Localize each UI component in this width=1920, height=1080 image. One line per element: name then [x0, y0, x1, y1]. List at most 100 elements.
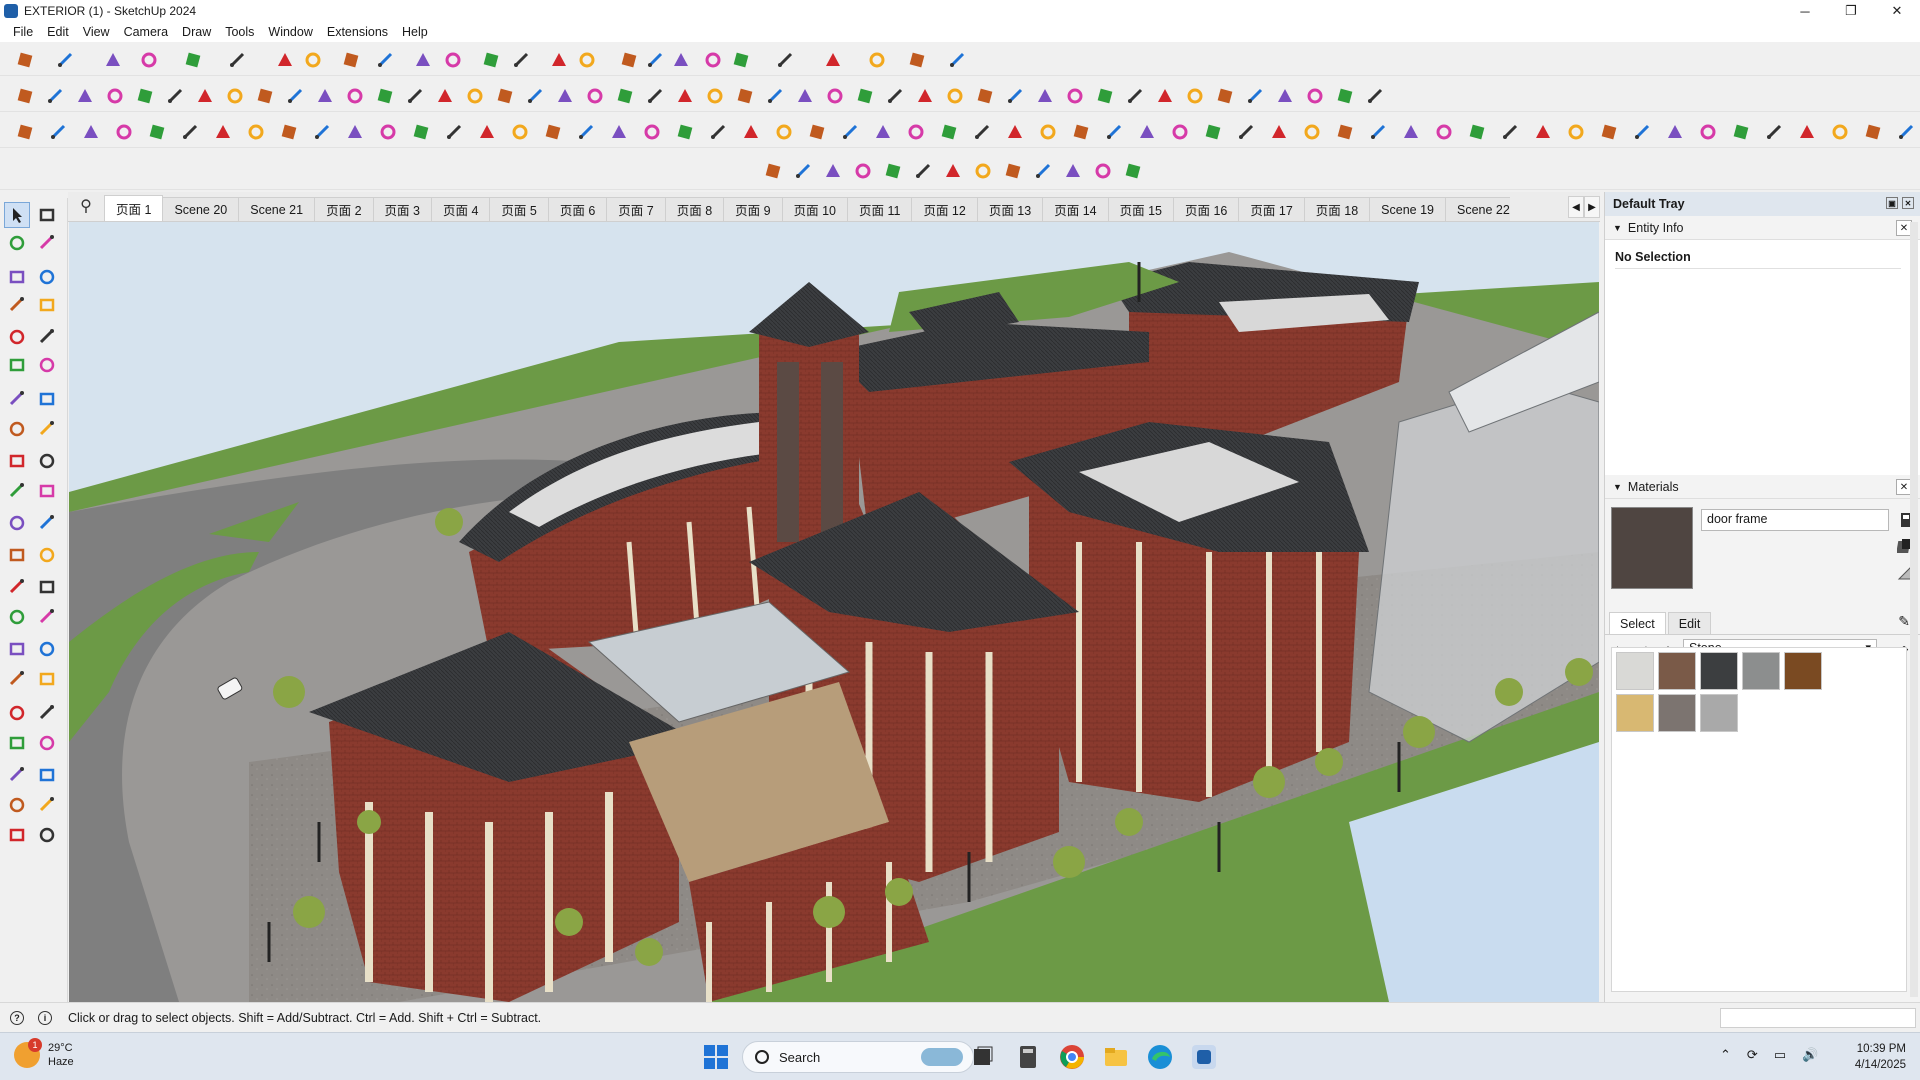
tray-pin-button[interactable]: ▣ — [1886, 197, 1898, 209]
zoom-extents-icon[interactable] — [668, 47, 694, 73]
advanced-tool-icon-7[interactable] — [192, 83, 218, 109]
sandbox-tool-icon-20[interactable] — [639, 119, 665, 145]
sandbox-tool-icon-5[interactable] — [144, 119, 170, 145]
advanced-tool-icon-2[interactable] — [42, 83, 68, 109]
section-plane-icon[interactable] — [546, 47, 572, 73]
sandbox-tool-icon-53[interactable] — [1728, 119, 1754, 145]
scene-tab[interactable]: 页面 10 — [781, 197, 848, 221]
scene-tab[interactable]: 页面 12 — [911, 197, 978, 221]
plugin-tool-icon-5[interactable] — [880, 158, 906, 184]
plugin-tool-icon-1[interactable] — [760, 158, 786, 184]
plugin-tool-icon-4[interactable] — [850, 158, 876, 184]
sandbox-tool-icon-32[interactable] — [1035, 119, 1061, 145]
sandbox-tool-icon-18[interactable] — [573, 119, 599, 145]
maximize-button[interactable]: ❐ — [1828, 0, 1874, 22]
layout-icon[interactable] — [772, 47, 798, 73]
scene-tab[interactable]: Scene 19 — [1369, 197, 1446, 221]
scene-tab[interactable]: Scene 21 — [238, 197, 316, 221]
scene-tab[interactable]: 页面 4 — [430, 197, 491, 221]
scene-tabs-prev-button[interactable]: ◀ — [1568, 196, 1584, 218]
advanced-tool-icon-28[interactable] — [822, 83, 848, 109]
sandbox-tool-icon-13[interactable] — [408, 119, 434, 145]
advanced-tool-icon-30[interactable] — [882, 83, 908, 109]
axes-icon[interactable] — [4, 574, 30, 600]
plugin-tool-icon-8[interactable] — [970, 158, 996, 184]
sandbox-tool-icon-22[interactable] — [705, 119, 731, 145]
advanced-tool-icon-46[interactable] — [1362, 83, 1388, 109]
edge-icon[interactable] — [1146, 1043, 1174, 1071]
look-around-icon[interactable] — [4, 762, 30, 788]
dimension-icon[interactable] — [508, 47, 534, 73]
advanced-tool-icon-15[interactable] — [432, 83, 458, 109]
sandbox-tool-icon-51[interactable] — [1662, 119, 1688, 145]
collapse-chevron-icon[interactable]: ▼ — [1613, 223, 1622, 233]
sandbox-tool-icon-50[interactable] — [1629, 119, 1655, 145]
scene-search-icon[interactable]: ⚲ — [68, 191, 104, 221]
sandbox-tool-icon-24[interactable] — [771, 119, 797, 145]
menu-edit[interactable]: Edit — [40, 25, 76, 39]
advanced-tool-icon-29[interactable] — [852, 83, 878, 109]
sandbox-tool-icon-48[interactable] — [1563, 119, 1589, 145]
show-hidden-icons-chevron-icon[interactable]: ⌃ — [1720, 1047, 1731, 1063]
pencil-icon[interactable] — [136, 47, 162, 73]
material-thumbnail-stone-wood-brown[interactable] — [1784, 652, 1822, 690]
new-file-icon[interactable] — [864, 47, 890, 73]
entity-info-header[interactable]: ▼ Entity Info ✕ — [1605, 216, 1920, 240]
sandbox-tool-icon-3[interactable] — [78, 119, 104, 145]
extension-icon[interactable] — [728, 47, 754, 73]
rectangle-icon[interactable] — [224, 47, 250, 73]
eraser-tool-icon[interactable] — [34, 230, 60, 256]
advanced-tool-icon-38[interactable] — [1122, 83, 1148, 109]
dimension-tool-icon[interactable] — [34, 574, 60, 600]
close-button[interactable]: ✕ — [1874, 0, 1920, 22]
advanced-tool-icon-10[interactable] — [282, 83, 308, 109]
sandbox-tool-icon-26[interactable] — [837, 119, 863, 145]
sketchup-taskbar-icon[interactable] — [1190, 1043, 1218, 1071]
menu-window[interactable]: Window — [261, 25, 319, 39]
scene-tab[interactable]: 页面 11 — [846, 197, 913, 221]
material-thumbnail-stone-dark-granite[interactable] — [1700, 652, 1738, 690]
sandbox-tool-icon-14[interactable] — [441, 119, 467, 145]
scene-tab[interactable]: 页面 16 — [1173, 197, 1240, 221]
material-thumbnail-stone-sandstone[interactable] — [1616, 694, 1654, 732]
sandbox-tool-icon-45[interactable] — [1464, 119, 1490, 145]
chrome-icon[interactable] — [1058, 1043, 1086, 1071]
sandbox-tool-icon-55[interactable] — [1794, 119, 1820, 145]
sandbox-tool-icon-28[interactable] — [903, 119, 929, 145]
push-pull-tool-icon[interactable] — [34, 448, 60, 474]
material-name-field[interactable]: door frame — [1701, 509, 1889, 531]
taskbar-search[interactable]: Search — [742, 1041, 974, 1073]
scene-tab[interactable]: 页面 13 — [976, 197, 1044, 221]
material-thumbnail-stone-gray[interactable] — [1742, 652, 1780, 690]
credits-icon[interactable]: i — [38, 1010, 52, 1025]
sandbox-tool-icon-56[interactable] — [1827, 119, 1853, 145]
start-button[interactable] — [704, 1045, 728, 1069]
scene-tabs-next-button[interactable]: ▶ — [1584, 196, 1600, 218]
sandbox-tool-icon-23[interactable] — [738, 119, 764, 145]
advanced-tool-icon-26[interactable] — [762, 83, 788, 109]
paint-bucket-icon[interactable] — [4, 230, 30, 256]
sandbox-tool-icon-35[interactable] — [1134, 119, 1160, 145]
sandbox-tool-icon-8[interactable] — [243, 119, 269, 145]
sandbox-tool-icon-40[interactable] — [1299, 119, 1325, 145]
advanced-tool-icon-3[interactable] — [72, 83, 98, 109]
advanced-tool-icon-21[interactable] — [612, 83, 638, 109]
freehand-icon[interactable] — [34, 292, 60, 318]
sandbox-tool-icon-15[interactable] — [474, 119, 500, 145]
sandbox-tool-icon-58[interactable] — [1893, 119, 1919, 145]
sandbox-tool-icon-34[interactable] — [1101, 119, 1127, 145]
advanced-tool-icon-19[interactable] — [552, 83, 578, 109]
zoom-tool-icon[interactable] — [4, 666, 30, 692]
advanced-tool-icon-37[interactable] — [1092, 83, 1118, 109]
advanced-tool-icon-6[interactable] — [162, 83, 188, 109]
orbit-icon[interactable] — [574, 47, 600, 73]
sandbox-tool-icon-54[interactable] — [1761, 119, 1787, 145]
sandbox-tool-icon-10[interactable] — [309, 119, 335, 145]
advanced-tool-icon-23[interactable] — [672, 83, 698, 109]
pan-icon[interactable] — [616, 47, 642, 73]
sync-icon[interactable]: ⟳ — [1747, 1047, 1758, 1063]
scene-tab[interactable]: 页面 18 — [1303, 197, 1371, 221]
plugin-tool-icon-11[interactable] — [1060, 158, 1086, 184]
sandbox-tool-icon-52[interactable] — [1695, 119, 1721, 145]
share-icon[interactable] — [34, 822, 60, 848]
